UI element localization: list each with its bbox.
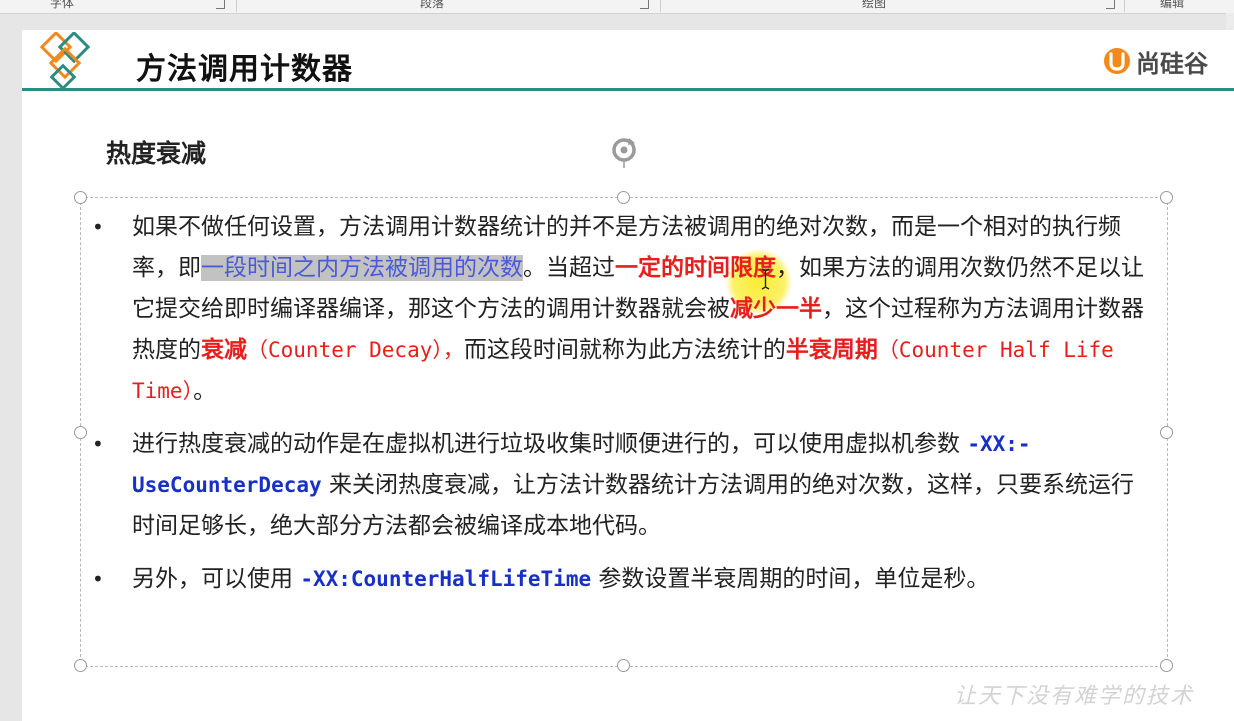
emphasis-text: 一定的时间限度 xyxy=(615,255,776,281)
logo-diamond-icon xyxy=(39,32,91,91)
ribbon-group-drawing[interactable]: 绘图 xyxy=(862,0,886,11)
resize-handle-right[interactable] xyxy=(1160,426,1173,439)
ribbon-separator xyxy=(660,0,661,12)
rotate-handle-icon[interactable] xyxy=(607,135,641,169)
resize-handle-top-right[interactable] xyxy=(1160,191,1173,204)
bullet-text: 。当超过 xyxy=(523,255,615,281)
bullet-dot: • xyxy=(92,567,104,591)
emphasis-term: （Counter Decay）， xyxy=(247,338,464,362)
drawing-dialog-launcher-icon[interactable] xyxy=(1106,0,1115,9)
bullet-text: 参数设置半衰周期的时间，单位是秒。 xyxy=(591,566,990,592)
resize-handle-bottom[interactable] xyxy=(617,659,630,672)
bullet-item[interactable]: • 另外，可以使用 -XX:CounterHalfLifeTime 参数设置半衰… xyxy=(86,559,1156,600)
emphasis-text: 减少一半 xyxy=(730,296,822,322)
bullet-text: 另外，可以使用 xyxy=(132,566,301,592)
bullet-list[interactable]: • 如果不做任何设置，方法调用计数器统计的并不是方法被调用的绝对次数，而是一个相… xyxy=(86,207,1156,600)
brand-logo: 尚硅谷 xyxy=(1102,44,1208,78)
ribbon-strip: 字体 段落 绘图 编辑 xyxy=(0,0,1234,14)
slide-title[interactable]: 方法调用计数器 xyxy=(136,44,353,88)
ribbon-group-editing[interactable]: 编辑 xyxy=(1160,0,1184,11)
ribbon-group-font[interactable]: 字体 xyxy=(50,0,74,11)
bullet-text: 进行热度衰减的动作是在虚拟机进行垃圾收集时顺便进行的，可以使用虚拟机参数 xyxy=(132,431,968,457)
resize-handle-top[interactable] xyxy=(617,191,630,204)
emphasis-text: 衰减 xyxy=(201,337,247,363)
resize-handle-top-left[interactable] xyxy=(74,191,87,204)
selected-text[interactable]: 一段时间之内方法被调用的次数 xyxy=(201,255,523,281)
brand-name: 尚硅谷 xyxy=(1136,49,1208,78)
bullet-dot: • xyxy=(92,215,104,239)
ribbon-separator xyxy=(236,0,237,12)
font-dialog-launcher-icon[interactable] xyxy=(216,0,225,9)
slide-canvas[interactable]: 方法调用计数器 尚硅谷 热度衰减 • 如果不做任何设置，方法调用计数器统计的并不… xyxy=(22,30,1234,721)
ribbon-group-paragraph[interactable]: 段落 xyxy=(420,0,444,11)
section-subtitle[interactable]: 热度衰减 xyxy=(106,134,206,170)
bullet-text: 。 xyxy=(193,378,217,404)
brand-u-icon xyxy=(1104,48,1130,74)
ribbon-separator xyxy=(1124,0,1125,12)
bullet-item[interactable]: • 如果不做任何设置，方法调用计数器统计的并不是方法被调用的绝对次数，而是一个相… xyxy=(86,207,1156,412)
paragraph-dialog-launcher-icon[interactable] xyxy=(640,0,649,9)
emphasis-text: 半衰周期 xyxy=(785,337,878,363)
title-divider xyxy=(22,88,1234,91)
jvm-flag-code: -XX:CounterHalfLifeTime xyxy=(300,567,592,591)
resize-handle-bottom-left[interactable] xyxy=(74,659,87,672)
bullet-item[interactable]: • 进行热度衰减的动作是在虚拟机进行垃圾收集时顺便进行的，可以使用虚拟机参数 -… xyxy=(86,424,1156,547)
bullet-text: 而这段时间就称为此方法统计的 xyxy=(463,337,786,363)
text-cursor-icon xyxy=(761,268,770,290)
resize-handle-bottom-right[interactable] xyxy=(1160,659,1173,672)
watermark-slogan: 让天下没有难学的技术 xyxy=(954,684,1195,709)
bullet-dot: • xyxy=(92,432,104,456)
